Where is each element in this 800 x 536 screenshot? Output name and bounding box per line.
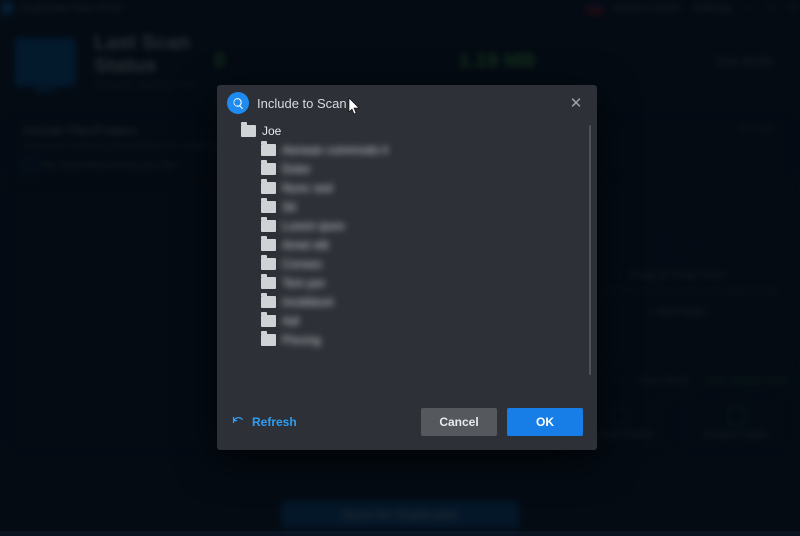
include-to-scan-dialog: Include to Scan ✕ Joe Aenean commodo li D… bbox=[217, 85, 597, 450]
tree-item[interactable]: Incididunt bbox=[241, 292, 591, 311]
ok-button[interactable]: OK bbox=[507, 408, 583, 436]
folder-icon bbox=[261, 201, 276, 213]
tree-item[interactable]: Tem por bbox=[241, 273, 591, 292]
tree-item[interactable]: Piscing bbox=[241, 330, 591, 349]
refresh-label: Refresh bbox=[252, 415, 297, 429]
tree-item-label: Incididunt bbox=[282, 295, 333, 309]
tree-root-label: Joe bbox=[262, 124, 281, 138]
folder-icon bbox=[261, 315, 276, 327]
cancel-button[interactable]: Cancel bbox=[421, 408, 497, 436]
tree-item-label: Aenean commodo li bbox=[282, 143, 388, 157]
folder-icon bbox=[261, 334, 276, 346]
dialog-close-button[interactable]: ✕ bbox=[565, 92, 587, 114]
tree-item-label: Consec bbox=[282, 257, 323, 271]
tree-item-label: Piscing bbox=[282, 333, 321, 347]
folder-icon bbox=[261, 258, 276, 270]
tree-item-label: Lorem ipsm bbox=[282, 219, 345, 233]
folder-icon bbox=[261, 163, 276, 175]
tree-item[interactable]: Nunc sed bbox=[241, 178, 591, 197]
folder-icon bbox=[261, 277, 276, 289]
dialog-footer: Refresh Cancel OK bbox=[217, 394, 597, 450]
tree-item[interactable]: Dolor bbox=[241, 159, 591, 178]
tree-item-label: Sit bbox=[282, 200, 296, 214]
magnifier-folder-icon bbox=[232, 97, 245, 110]
tree-item[interactable]: Consec bbox=[241, 254, 591, 273]
tree-item[interactable]: Adi bbox=[241, 311, 591, 330]
tree-item[interactable]: Sit bbox=[241, 197, 591, 216]
folder-icon bbox=[261, 144, 276, 156]
folder-icon bbox=[241, 125, 256, 137]
tree-item-label: Dolor bbox=[282, 162, 311, 176]
refresh-icon bbox=[231, 415, 246, 430]
tree-item-label: Tem por bbox=[282, 276, 325, 290]
refresh-button[interactable]: Refresh bbox=[231, 415, 297, 430]
folder-icon bbox=[261, 296, 276, 308]
tree-item[interactable]: Lorem ipsm bbox=[241, 216, 591, 235]
tree-item-label: Nunc sed bbox=[282, 181, 333, 195]
tree-root[interactable]: Joe bbox=[241, 121, 591, 140]
dialog-title: Include to Scan bbox=[257, 96, 347, 111]
folder-tree[interactable]: Joe Aenean commodo li Dolor Nunc sed Sit Lor… bbox=[217, 121, 597, 394]
tree-item[interactable]: Amet elit bbox=[241, 235, 591, 254]
folder-icon bbox=[261, 182, 276, 194]
tree-item[interactable]: Aenean commodo li bbox=[241, 140, 591, 159]
tree-item-label: Amet elit bbox=[282, 238, 329, 252]
tree-scrollbar[interactable] bbox=[589, 125, 591, 375]
dialog-header: Include to Scan ✕ bbox=[217, 85, 597, 121]
folder-icon bbox=[261, 220, 276, 232]
tree-item-label: Adi bbox=[282, 314, 299, 328]
folder-icon bbox=[261, 239, 276, 251]
dialog-app-icon bbox=[227, 92, 249, 114]
